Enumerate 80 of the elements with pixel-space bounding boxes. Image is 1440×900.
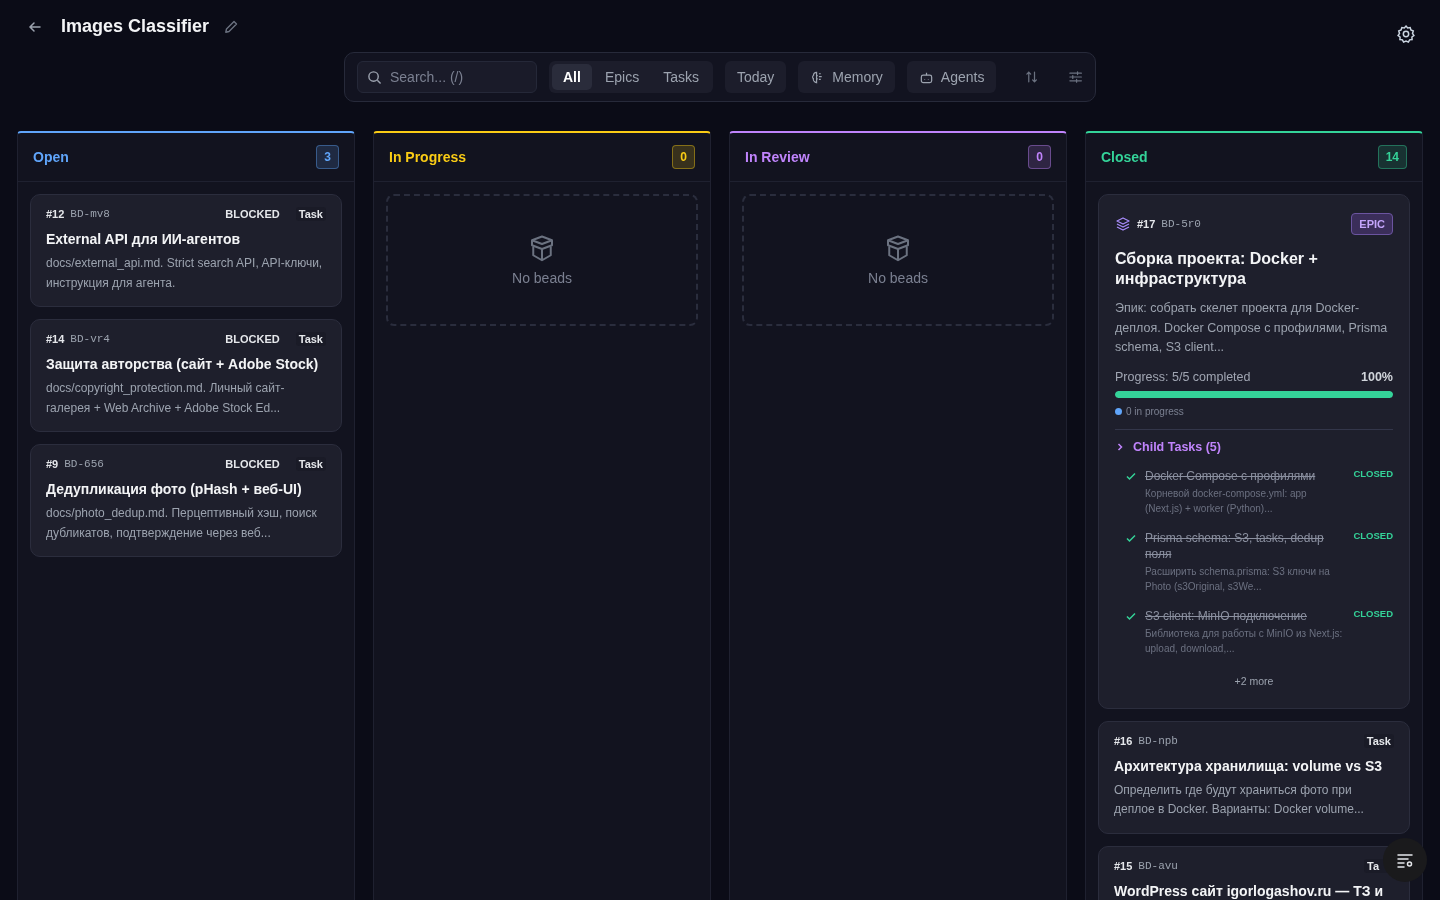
type-badge: Task: [295, 207, 326, 221]
progress-percent: 100%: [1361, 369, 1393, 384]
issue-number: #15: [1114, 859, 1133, 872]
toolbar-button[interactable]: Agents: [906, 61, 997, 93]
column-title: Open: [33, 149, 69, 165]
filter-tab[interactable]: All: [552, 64, 592, 90]
column-title: Closed: [1101, 149, 1148, 165]
card-description: docs/external_api.md. Strict search API, API-ключи, инструкция для агента.: [46, 255, 324, 292]
empty-message: No beads: [868, 270, 928, 286]
issue-number: #16: [1114, 734, 1133, 747]
card-title: WordPress сайт igorlogashov.ru — ТЗ и: [1114, 881, 1384, 900]
list-settings-icon: [1396, 851, 1414, 869]
card-title: External API для ИИ-агентов: [46, 230, 242, 249]
settings-icon[interactable]: [1396, 24, 1416, 44]
in-progress-count: 0 in progress: [1126, 405, 1184, 417]
epic-card[interactable]: [1098, 194, 1410, 709]
card-description: docs/copyright_protection.md. Личный сайт-галерея + Web Archive + Adobe Stock Ed...: [46, 380, 286, 417]
type-badge: Task: [295, 332, 326, 346]
type-badge: Task: [1363, 733, 1394, 748]
issue-key: BD-npb: [1138, 734, 1178, 747]
status-label: BLOCKED: [225, 208, 280, 220]
issue-key: BD-avu: [1138, 859, 1178, 872]
count-badge: 0: [672, 145, 695, 169]
epic-badge: EPIC: [1351, 213, 1393, 235]
child-task[interactable]: Prisma schema: S3, tasks, dedup поля CLOSED Расширить schema.prisma: S3 ключи на Photo (s3Original, s3We...: [1115, 529, 1393, 594]
project-title: Images Classifier: [61, 16, 210, 37]
child-task[interactable]: S3 client: MinIO подключение CLOSED Библиотека для работы с MinIO из Next.js: upload, download,...: [1115, 607, 1393, 656]
progress-label: Progress: 5/5 completed: [1115, 369, 1251, 384]
child-task-title: Prisma schema: S3, tasks, dedup поля: [1145, 529, 1325, 562]
filter-tab[interactable]: Epics: [593, 64, 651, 90]
child-task-title: S3 client: MinIO подключение: [1145, 607, 1307, 624]
layers-icon: [1115, 216, 1131, 232]
issue-number: #12: [46, 208, 65, 220]
task-card[interactable]: #15 BD-avu Ta WordPress сайт igorlogashov.ru — ТЗ и: [1098, 845, 1410, 900]
status-label: CLOSED: [1353, 529, 1393, 543]
issue-key: BD-656: [64, 458, 104, 470]
empty-message: No beads: [512, 270, 572, 286]
status-label: CLOSED: [1353, 607, 1393, 621]
card-description: Определить где будут храниться фото при деплое в Docker. Варианты: Docker volume...: [1114, 781, 1365, 818]
child-task[interactable]: Docker Compose с профилями CLOSED Корневой docker-compose.yml: app (Next.js) + worker (Python)...: [1115, 467, 1393, 516]
search-icon: [367, 70, 382, 85]
task-card[interactable]: #12 BD-mv8 BLOCKED Task External API для ИИ-агентов docs/external_api.md. Strict search API, API-ключи, инструкция для агента.: [30, 194, 342, 307]
status-label: BLOCKED: [225, 333, 280, 345]
issue-number: #14: [46, 333, 65, 345]
task-card[interactable]: #16 BD-npb Task Архитектура хранилища: volume vs S3 Определить где будут храниться фото при деплое в Docker. Варианты: Docker volume...: [1098, 720, 1410, 834]
card-description: docs/photo_dedup.md. Перцептивный хэш, поиск дубликатов, подтверждение через веб...: [46, 505, 318, 542]
filter-tab[interactable]: Tasks: [652, 64, 710, 90]
filter-sliders-icon[interactable]: [1067, 69, 1083, 85]
card-title: Архитектура хранилища: volume vs S3: [1114, 756, 1384, 776]
status-dot: [1115, 407, 1122, 415]
issue-number: #17: [1137, 218, 1156, 230]
issue-key: BD-vr4: [70, 333, 110, 345]
more-link[interactable]: +2 more: [1228, 673, 1280, 688]
count-badge: 14: [1377, 145, 1407, 169]
card-title: Дедупликация фото (pHash + веб-UI): [46, 480, 303, 499]
child-task-description: Расширить schema.prisma: S3 ключи на Photo (s3Original, s3We...: [1145, 564, 1331, 594]
sort-icon[interactable]: [1024, 69, 1040, 85]
card-title: Сборка проекта: Docker + инфраструктура: [1115, 249, 1319, 289]
count-badge: 3: [316, 145, 339, 169]
status-label: CLOSED: [1353, 467, 1393, 481]
toolbar-button[interactable]: Today: [724, 61, 787, 93]
count-badge: 0: [1028, 145, 1051, 169]
card-description: Эпик: собрать скелет проекта для Docker-деплоя. Docker Compose с профилями, Prisma schema, S3 client...: [1115, 300, 1389, 356]
child-task-title: Docker Compose с профилями: [1145, 467, 1316, 484]
pencil-icon[interactable]: [223, 18, 240, 35]
status-label: BLOCKED: [225, 458, 280, 470]
column-title: In Progress: [389, 149, 467, 165]
card-title: Защита авторства (сайт + Adobe Stock): [46, 355, 320, 374]
issue-number: #9: [46, 458, 59, 470]
search-field[interactable]: Search... (/): [357, 61, 537, 93]
column-title: In Review: [745, 149, 810, 165]
toolbar-button[interactable]: Memory: [798, 61, 895, 93]
child-tasks-toggle[interactable]: Child Tasks (5): [1115, 439, 1221, 454]
task-card[interactable]: #9 BD-656 BLOCKED Task Дедупликация фото (pHash + веб-UI) docs/photo_dedup.md. Перцептивный хэш, поиск дубликатов, подтверждение через веб...: [30, 444, 342, 557]
task-card[interactable]: #14 BD-vr4 BLOCKED Task Защита авторства (сайт + Adobe Stock) docs/copyright_protection.md. Личный сайт-галерея + Web Archive + Adobe Stock Ed...: [30, 319, 342, 432]
type-badge: Task: [295, 457, 326, 471]
child-task-description: Корневой docker-compose.yml: app (Next.js) + worker (Python)...: [1145, 486, 1308, 516]
child-task-description: Библиотека для работы с MinIO из Next.js: upload, download,...: [1145, 626, 1344, 656]
issue-key: BD-mv8: [70, 208, 110, 220]
issue-key: BD-5r0: [1161, 218, 1201, 230]
